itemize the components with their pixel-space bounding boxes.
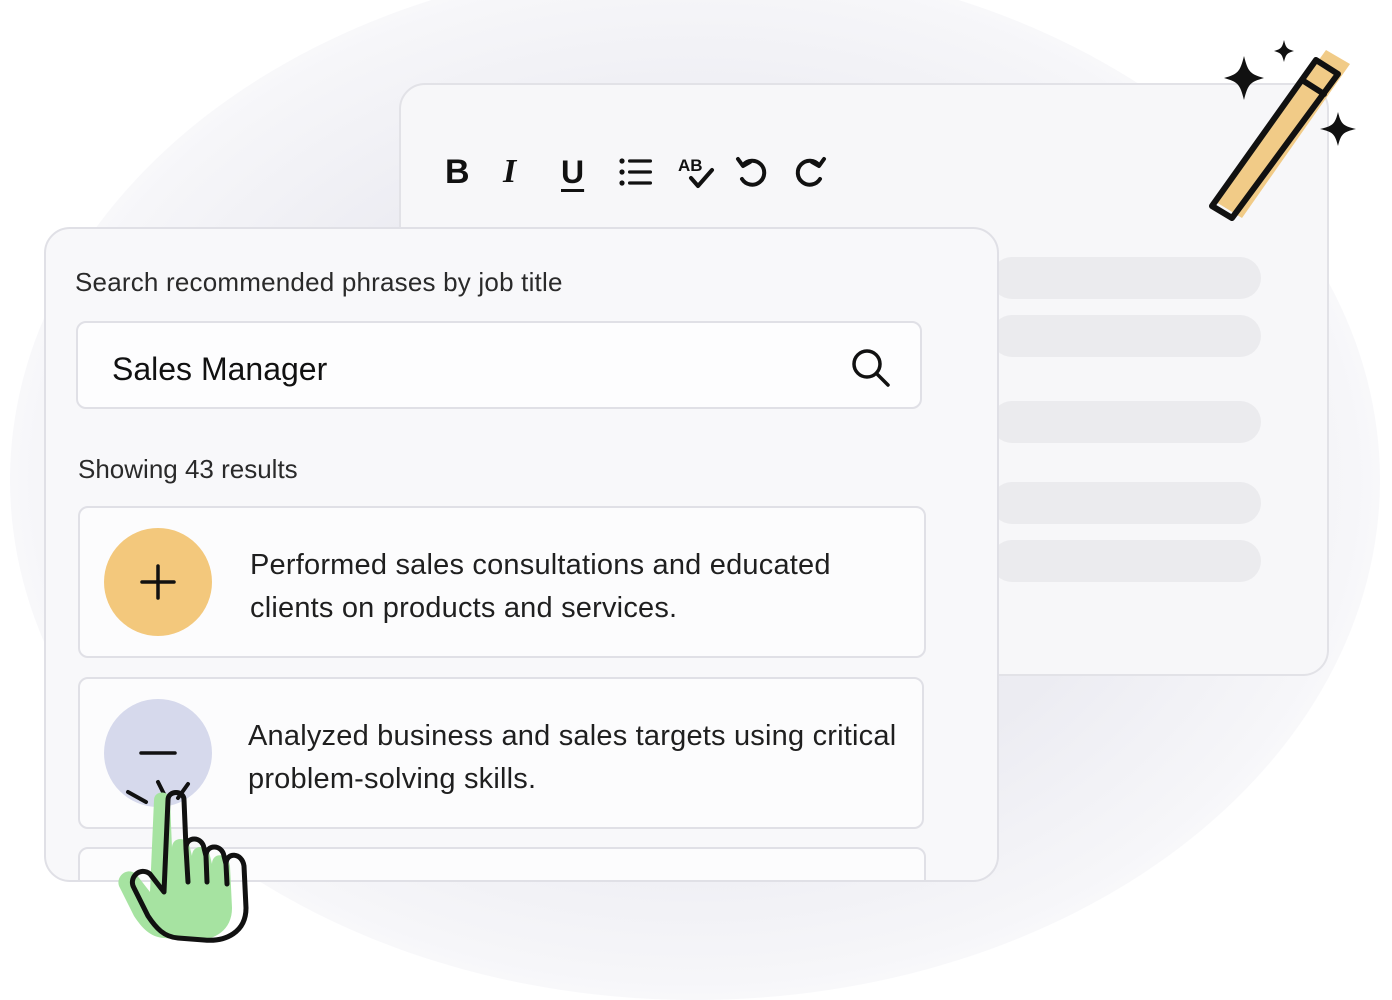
add-phrase-button[interactable]	[104, 528, 212, 636]
undo-icon	[736, 157, 767, 187]
pointer-hand-icon	[118, 790, 249, 943]
bullet-list-button[interactable]	[619, 149, 677, 195]
results-count: Showing 43 results	[78, 454, 298, 484]
undo-button[interactable]	[735, 149, 793, 195]
phrase-text: Analyzed business and sales targets usin…	[248, 720, 897, 795]
italic-button[interactable]: I	[503, 149, 561, 195]
phrase-text: Performed sales consultations and educat…	[250, 549, 831, 624]
magic-wand-icon	[1209, 40, 1356, 221]
spellcheck-button[interactable]: AB	[677, 149, 735, 195]
plus-icon	[140, 564, 176, 600]
redo-icon	[795, 157, 826, 187]
search-icon[interactable]	[850, 347, 892, 389]
list-item: Performed sales consultations and educat…	[78, 506, 926, 658]
editor-toolbar: B I U AB	[445, 149, 851, 195]
search-label: Search recommended phrases by job title	[75, 267, 563, 297]
placeholder-line	[991, 540, 1261, 582]
redo-button[interactable]	[793, 149, 851, 195]
bold-button[interactable]: B	[445, 149, 503, 195]
placeholder-line	[991, 401, 1261, 443]
placeholder-line	[991, 315, 1261, 357]
bullet-list-icon	[619, 158, 652, 186]
underline-button[interactable]: U	[561, 149, 619, 195]
search-input[interactable]	[112, 351, 792, 388]
spellcheck-icon: AB	[678, 156, 714, 188]
minus-icon	[139, 751, 177, 755]
placeholder-line	[991, 482, 1261, 524]
svg-text:AB: AB	[678, 156, 703, 175]
search-box[interactable]	[76, 321, 922, 409]
placeholder-line	[991, 257, 1261, 299]
